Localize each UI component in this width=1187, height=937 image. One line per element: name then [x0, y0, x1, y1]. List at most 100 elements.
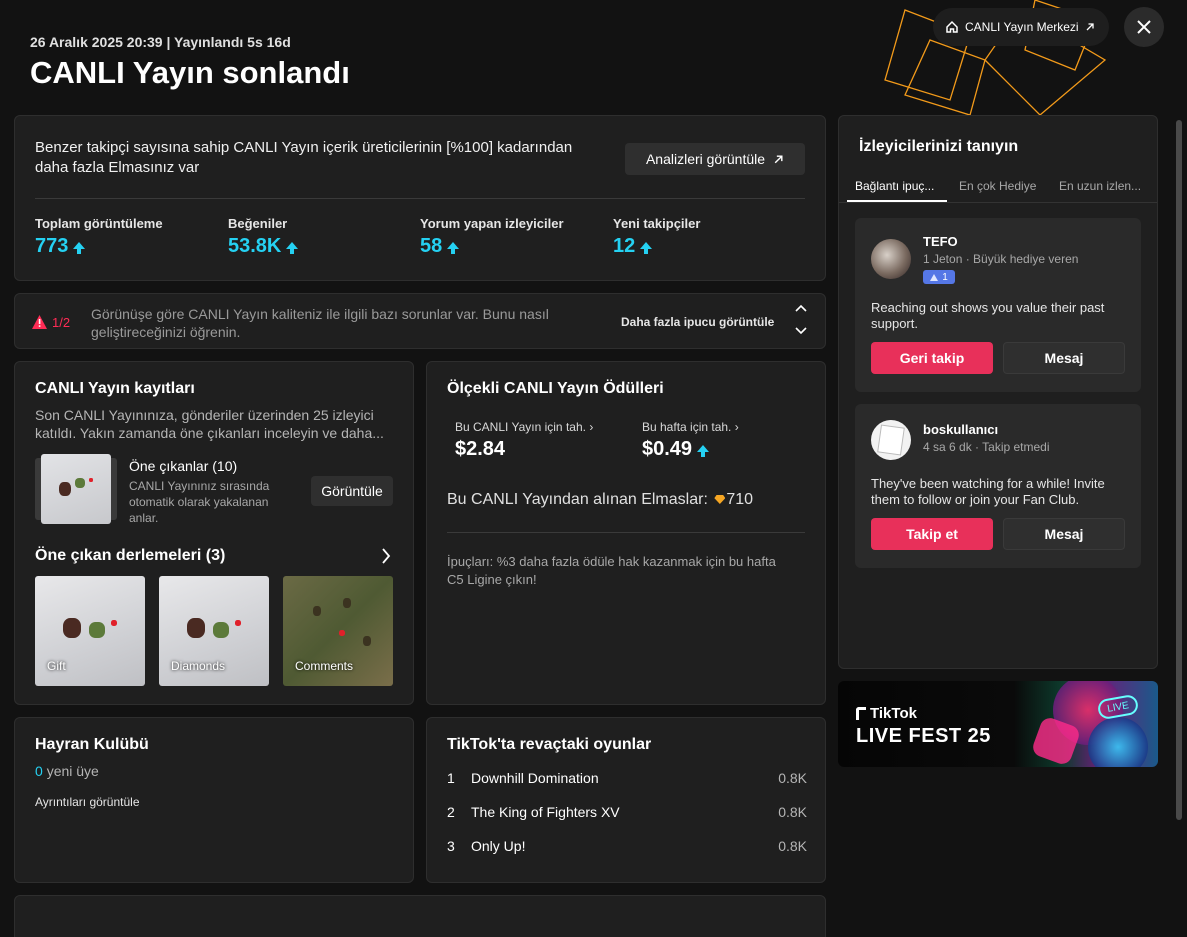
viewer-sub: 4 sa 6 dk · Takip etmedi — [923, 440, 1050, 454]
up-arrow-icon — [447, 242, 460, 254]
divider — [35, 198, 805, 199]
fanclub-title: Hayran Kulübü — [35, 736, 149, 753]
scrollbar[interactable] — [1176, 120, 1182, 820]
stat-label: Yeni takipçiler — [613, 216, 701, 231]
view-highlights-button[interactable]: Görüntüle — [311, 476, 393, 506]
viewer-name[interactable]: boskullanıcı — [923, 422, 998, 437]
recordings-card: CANLI Yayın kayıtları Son CANLI Yayınını… — [14, 361, 414, 705]
compilation-label: Gift — [47, 659, 66, 673]
game-rank: 3 — [447, 838, 455, 854]
week-earnings[interactable]: Bu hafta için tah. › $0.49 — [642, 420, 739, 461]
compilation-gift[interactable]: Gift — [35, 576, 145, 686]
highlights-title: Öne çıkanlar (10) — [129, 458, 238, 474]
message-button[interactable]: Mesaj — [1003, 342, 1125, 374]
more-tips-link[interactable]: Daha fazla ipucu görüntüle — [621, 315, 774, 329]
viewer-card: TEFO 1 Jeton · Büyük hediye veren 1 Reac… — [855, 218, 1141, 392]
game-name: Downhill Domination — [471, 770, 599, 786]
viewers-panel: İzleyicilerinizi tanıyın Bağlantı ipuç..… — [838, 115, 1158, 669]
diamonds-row: Bu CANLI Yayından alınan Elmaslar: 710 — [447, 491, 753, 509]
live-earnings-value: $2.84 — [455, 438, 506, 460]
tip-counter: 1/2 — [52, 315, 71, 330]
recordings-desc: Son CANLI Yayınınıza, gönderiler üzerind… — [35, 407, 384, 441]
highlights-desc: CANLI Yayınınız sırasında otomatik olara… — [129, 479, 270, 525]
divider — [447, 532, 805, 533]
viewers-title: İzleyicilerinizi tanıyın — [859, 138, 1019, 155]
game-value: 0.8K — [778, 838, 807, 854]
up-arrow-icon — [73, 242, 86, 254]
tab-longest-watch[interactable]: En uzun izlen... — [1059, 179, 1141, 193]
viewer-sub: 1 Jeton · Büyük hediye veren — [923, 252, 1079, 266]
game-name: The King of Fighters XV — [471, 804, 620, 820]
summary-card: Benzer takipçi sayısına sahip CANLI Yayı… — [14, 115, 826, 281]
stat-label: Toplam görüntüleme — [35, 216, 163, 231]
fanclub-count-row: 0 yeni üye — [35, 763, 99, 779]
chevron-up-icon[interactable] — [795, 304, 807, 312]
tab-top-gift[interactable]: En çok Hediye — [959, 179, 1036, 193]
rewards-tip: İpuçları: %3 daha fazla ödüle hak kazanm… — [447, 554, 776, 587]
up-arrow-icon — [697, 445, 710, 457]
game-name: Only Up! — [471, 838, 526, 854]
level-value: 1 — [942, 271, 948, 283]
chevron-right-icon[interactable] — [381, 548, 391, 564]
summary-text: Benzer takipçi sayısına sahip CANLI Yayı… — [35, 139, 573, 176]
stat-label: Yorum yapan izleyiciler — [420, 216, 564, 231]
highlights-thumbnail[interactable] — [35, 454, 117, 524]
stat-value: 773 — [35, 235, 69, 257]
external-link-icon — [774, 154, 783, 163]
tip-card: 1/2 Görünüşe göre CANLI Yayın kaliteniz … — [14, 293, 826, 349]
follow-button[interactable]: Takip et — [871, 518, 993, 550]
stream-meta: 26 Aralık 2025 20:39 | Yayınlandı 5s 16d — [30, 34, 291, 50]
compilation-comments[interactable]: Comments — [283, 576, 393, 686]
rewards-card: Ölçekli CANLI Yayın Ödülleri Bu CANLI Ya… — [426, 361, 826, 705]
viewer-card: boskullanıcı 4 sa 6 dk · Takip etmedi Th… — [855, 404, 1141, 568]
external-link-icon — [1086, 23, 1094, 31]
chevron-right-icon: › — [734, 420, 739, 434]
compilation-diamonds[interactable]: Diamonds — [159, 576, 269, 686]
diamonds-value: 710 — [726, 491, 754, 508]
live-earnings[interactable]: Bu CANLI Yayın için tah. › $2.84 — [455, 420, 593, 461]
diamonds-label: Bu CANLI Yayından alınan Elmaslar: — [447, 491, 708, 508]
level-icon — [930, 273, 939, 281]
warning-icon — [32, 315, 47, 329]
page-title: CANLI Yayın sonlandı — [30, 55, 350, 90]
stat-followers: Yeni takipçiler 12 — [613, 216, 700, 258]
live-center-link[interactable]: CANLI Yayın Merkezi — [933, 8, 1109, 46]
home-icon — [946, 20, 958, 33]
analytics-button-label: Analizleri görüntüle — [645, 151, 766, 167]
viewer-message: Reaching out shows you value their past … — [871, 300, 1105, 331]
analytics-button[interactable]: Analizleri görüntüle — [625, 143, 805, 175]
level-badge: 1 — [923, 270, 955, 284]
diamond-icon — [714, 495, 726, 504]
tip-text: Görünüşe göre CANLI Yayın kaliteniz ile … — [91, 306, 549, 340]
game-row[interactable]: 2 The King of Fighters XV 0.8K — [447, 804, 807, 820]
game-row[interactable]: 1 Downhill Domination 0.8K — [447, 770, 807, 786]
tiktok-logo-icon — [856, 707, 866, 720]
avatar[interactable] — [871, 239, 911, 279]
tab-connection-tips[interactable]: Bağlantı ipuç... — [855, 179, 934, 193]
close-icon — [1137, 20, 1151, 34]
live-fest-banner[interactable]: LIVE TikTok LIVE FEST 25 — [838, 681, 1158, 767]
stat-value: 58 — [420, 235, 443, 257]
up-arrow-icon — [286, 242, 299, 254]
fanclub-details-link[interactable]: Ayrıntıları görüntüle — [35, 795, 140, 809]
live-center-label: CANLI Yayın Merkezi — [965, 20, 1079, 34]
viewer-name[interactable]: TEFO — [923, 234, 958, 249]
game-value: 0.8K — [778, 804, 807, 820]
compilation-label: Diamonds — [171, 659, 226, 673]
stat-value: 12 — [613, 235, 636, 257]
fanclub-count-label: yeni üye — [46, 763, 99, 779]
close-button[interactable] — [1124, 7, 1164, 47]
message-button[interactable]: Mesaj — [1003, 518, 1125, 550]
game-row[interactable]: 3 Only Up! 0.8K — [447, 838, 807, 854]
week-earnings-value: $0.49 — [642, 438, 693, 460]
chevron-down-icon[interactable] — [795, 327, 807, 335]
live-badge-text: LIVE — [1106, 699, 1130, 715]
game-value: 0.8K — [778, 770, 807, 786]
stat-value: 53.8K — [228, 235, 282, 257]
banner-title: LIVE FEST 25 — [856, 725, 991, 747]
follow-back-button[interactable]: Geri takip — [871, 342, 993, 374]
live-earnings-label: Bu CANLI Yayın için tah. — [455, 420, 586, 434]
stat-likes: Beğeniler 53.8K — [228, 216, 299, 258]
game-rank: 2 — [447, 804, 455, 820]
avatar[interactable] — [871, 420, 911, 460]
